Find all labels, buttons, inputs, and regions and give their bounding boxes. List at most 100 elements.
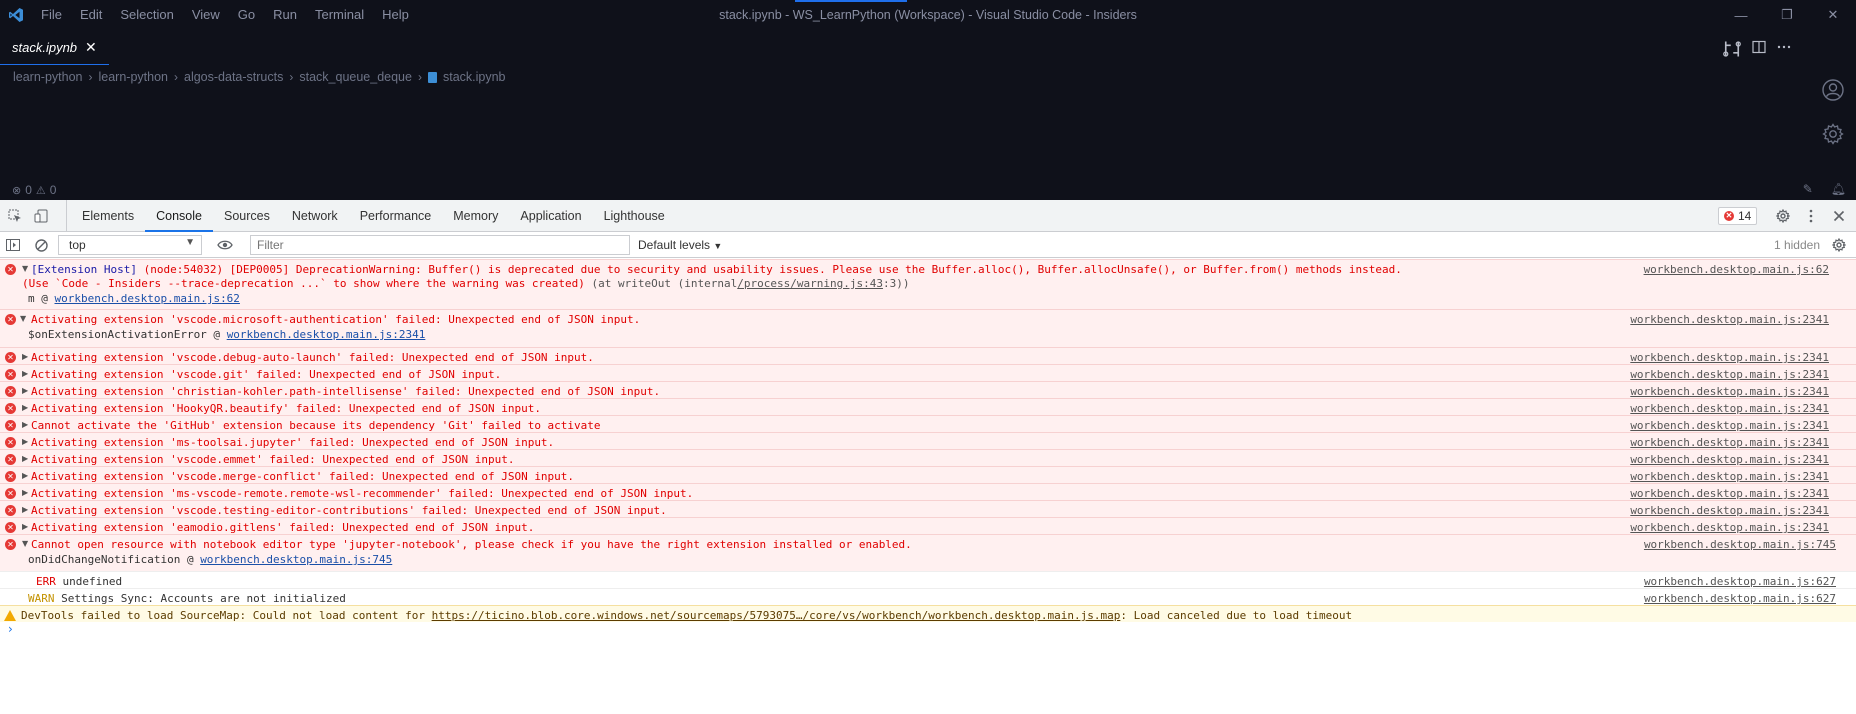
breadcrumb-item[interactable]: stack_queue_deque: [299, 70, 412, 84]
menu-edit[interactable]: Edit: [71, 0, 111, 30]
console-message-error[interactable]: ✕ ▶ Activating extension 'ms-vscode-remot…: [0, 483, 1856, 500]
log-levels-dropdown[interactable]: Default levels ▼: [638, 238, 722, 252]
source-link[interactable]: workbench.desktop.main.js:2341: [1630, 504, 1829, 517]
feedback-icon[interactable]: ✎: [1803, 182, 1813, 196]
breadcrumb-item[interactable]: learn-python: [99, 70, 169, 84]
collapsed-triangle-icon[interactable]: ▶: [22, 352, 28, 361]
menu-go[interactable]: Go: [229, 0, 264, 30]
collapsed-triangle-icon[interactable]: ▶: [22, 488, 28, 497]
stack-link[interactable]: workbench.desktop.main.js:2341: [227, 328, 426, 341]
breadcrumb-item[interactable]: stack.ipynb: [443, 70, 506, 84]
console-message-log[interactable]: ERR undefined workbench.desktop.main.js:…: [0, 571, 1856, 588]
tab-lighthouse[interactable]: Lighthouse: [593, 200, 676, 232]
console-message-error[interactable]: ✕ ▼ [Extension Host] (node:54032) [DEP00…: [0, 259, 1856, 309]
source-link[interactable]: workbench.desktop.main.js:2341: [1630, 453, 1829, 466]
device-toggle-icon[interactable]: [28, 200, 54, 232]
context-select[interactable]: top ▼: [58, 235, 202, 255]
clear-console-icon[interactable]: [28, 232, 54, 258]
sourcemap-link[interactable]: https://ticino.blob.core.windows.net/sou…: [432, 609, 1121, 622]
expand-triangle-icon[interactable]: ▼: [22, 539, 28, 548]
console-settings-icon[interactable]: [1826, 232, 1852, 258]
collapsed-triangle-icon[interactable]: ▶: [22, 437, 28, 446]
error-status-icon[interactable]: ⊗: [12, 184, 21, 197]
stack-link[interactable]: workbench.desktop.main.js:745: [200, 553, 392, 566]
source-link[interactable]: workbench.desktop.main.js:627: [1644, 575, 1836, 588]
eye-icon[interactable]: [212, 232, 238, 258]
breadcrumb-item[interactable]: algos-data-structs: [184, 70, 283, 84]
console-message-error[interactable]: ✕ ▶ Activating extension 'vscode.debug-au…: [0, 347, 1856, 364]
console-message-error[interactable]: ✕ ▼ Activating extension 'vscode.microso…: [0, 309, 1856, 347]
console-message-error[interactable]: ✕ ▶ Activating extension 'vscode.git' fai…: [0, 364, 1856, 381]
tab-application[interactable]: Application: [509, 200, 592, 232]
tab-console[interactable]: Console: [145, 200, 213, 232]
split-editor-icon[interactable]: [1751, 39, 1767, 55]
collapsed-triangle-icon[interactable]: ▶: [22, 471, 28, 480]
inspect-icon[interactable]: [2, 200, 28, 232]
breadcrumb-item[interactable]: learn-python: [13, 70, 83, 84]
tab-stack-ipynb[interactable]: stack.ipynb ✕: [0, 30, 109, 65]
menu-help[interactable]: Help: [373, 0, 418, 30]
error-count[interactable]: 0: [25, 183, 32, 197]
console-message-error[interactable]: ✕ ▶ Activating extension 'HookyQR.beautif…: [0, 398, 1856, 415]
tab-sources[interactable]: Sources: [213, 200, 281, 232]
source-link[interactable]: workbench.desktop.main.js:62: [1644, 263, 1829, 276]
close-devtools-icon[interactable]: [1826, 200, 1852, 232]
console-message-error[interactable]: ✕ ▶ Activating extension 'ms-toolsai.jupy…: [0, 432, 1856, 449]
account-icon[interactable]: [1821, 78, 1845, 102]
console-message-error[interactable]: ✕ ▶ Activating extension 'vscode.testing-…: [0, 500, 1856, 517]
warning-js-link[interactable]: /process/warning.js:43: [737, 277, 883, 290]
error-count-badge[interactable]: ✕ 14: [1718, 207, 1758, 225]
collapsed-triangle-icon[interactable]: ▶: [22, 505, 28, 514]
source-link[interactable]: workbench.desktop.main.js:2341: [1630, 351, 1829, 364]
source-link[interactable]: workbench.desktop.main.js:2341: [1630, 368, 1829, 381]
console-message-error[interactable]: ✕ ▶ Activating extension 'vscode.merge-co…: [0, 466, 1856, 483]
collapsed-triangle-icon[interactable]: ▶: [22, 403, 28, 412]
menu-run[interactable]: Run: [264, 0, 306, 30]
collapsed-triangle-icon[interactable]: ▶: [22, 420, 28, 429]
notifications-bell-icon[interactable]: 🔔︎: [1831, 182, 1846, 196]
tab-memory[interactable]: Memory: [442, 200, 509, 232]
tab-elements[interactable]: Elements: [71, 200, 145, 232]
collapsed-triangle-icon[interactable]: ▶: [22, 369, 28, 378]
source-link[interactable]: workbench.desktop.main.js:627: [1644, 592, 1836, 605]
expand-triangle-icon[interactable]: ▼: [20, 314, 26, 323]
console-message-error[interactable]: ✕ ▶ Cannot activate the 'GitHub' extensio…: [0, 415, 1856, 432]
stack-link[interactable]: workbench.desktop.main.js:62: [55, 292, 240, 305]
source-link[interactable]: workbench.desktop.main.js:2341: [1630, 470, 1829, 483]
tab-performance[interactable]: Performance: [349, 200, 443, 232]
warning-status-icon[interactable]: ⚠: [36, 184, 46, 197]
source-link[interactable]: workbench.desktop.main.js:2341: [1630, 487, 1829, 500]
menu-selection[interactable]: Selection: [111, 0, 182, 30]
more-options-icon[interactable]: [1798, 200, 1824, 232]
menu-file[interactable]: File: [32, 0, 71, 30]
console-message-error[interactable]: ✕ ▶ Activating extension 'eamodio.gitlens…: [0, 517, 1856, 534]
close-window-button[interactable]: ✕: [1810, 0, 1856, 30]
console-message-log[interactable]: WARN Settings Sync: Accounts are not ini…: [0, 588, 1856, 605]
filter-input[interactable]: [250, 235, 630, 255]
compare-icon[interactable]: [1722, 39, 1742, 59]
source-link[interactable]: workbench.desktop.main.js:2341: [1630, 436, 1829, 449]
console-prompt[interactable]: ›: [8, 622, 13, 636]
source-link[interactable]: workbench.desktop.main.js:2341: [1630, 385, 1829, 398]
collapsed-triangle-icon[interactable]: ▶: [22, 522, 28, 531]
settings-gear-icon[interactable]: [1770, 200, 1796, 232]
console-message-error[interactable]: ✕ ▼ Cannot open resource with notebook e…: [0, 534, 1856, 571]
minimize-button[interactable]: —: [1718, 0, 1764, 30]
source-link[interactable]: workbench.desktop.main.js:2341: [1630, 419, 1829, 432]
source-link[interactable]: workbench.desktop.main.js:2341: [1630, 521, 1829, 534]
menu-view[interactable]: View: [183, 0, 229, 30]
sidebar-toggle-icon[interactable]: [0, 232, 26, 258]
console-message-error[interactable]: ✕ ▶ Activating extension 'vscode.emmet' f…: [0, 449, 1856, 466]
tab-close-icon[interactable]: ✕: [85, 39, 97, 56]
collapsed-triangle-icon[interactable]: ▶: [22, 386, 28, 395]
source-link[interactable]: workbench.desktop.main.js:745: [1644, 538, 1836, 551]
console-message-error[interactable]: ✕ ▶ Activating extension 'christian-kohle…: [0, 381, 1856, 398]
menu-terminal[interactable]: Terminal: [306, 0, 373, 30]
source-link[interactable]: workbench.desktop.main.js:2341: [1630, 313, 1829, 326]
expand-triangle-icon[interactable]: ▼: [22, 264, 28, 273]
console-message-warning[interactable]: DevTools failed to load SourceMap: Could…: [0, 605, 1856, 622]
collapsed-triangle-icon[interactable]: ▶: [22, 454, 28, 463]
maximize-button[interactable]: ❐: [1764, 0, 1810, 30]
more-icon[interactable]: [1776, 39, 1792, 55]
settings-gear-icon[interactable]: [1821, 122, 1845, 146]
